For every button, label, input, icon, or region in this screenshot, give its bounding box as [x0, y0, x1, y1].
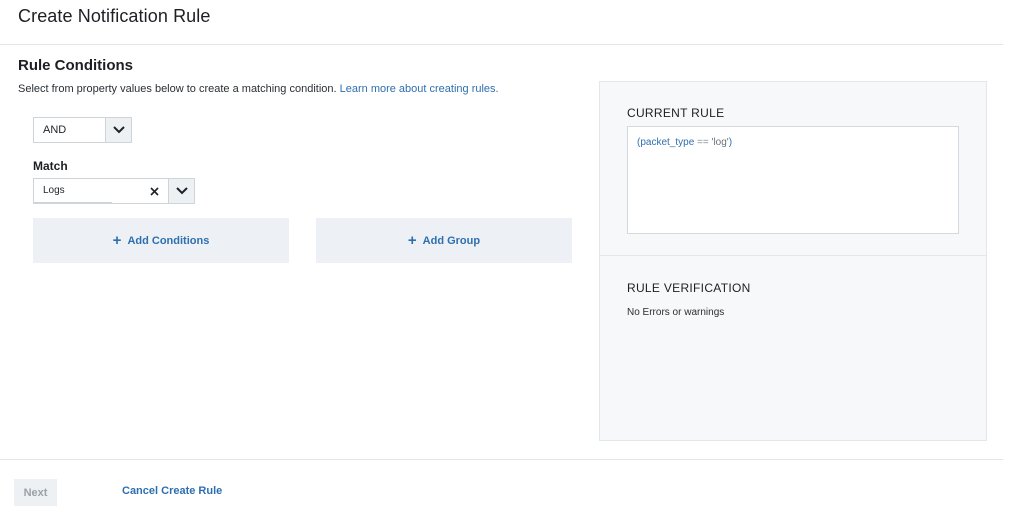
- chevron-down-icon[interactable]: [105, 118, 131, 142]
- operator-select[interactable]: AND: [33, 117, 132, 143]
- page-title: Create Notification Rule: [18, 6, 211, 26]
- match-select[interactable]: Logs: [33, 178, 195, 204]
- close-icon[interactable]: [140, 179, 168, 203]
- current-rule-heading: CURRENT RULE: [627, 106, 725, 120]
- expression-operator: ==: [694, 137, 712, 148]
- rule-conditions-description: Select from property values below to cre…: [18, 83, 499, 95]
- expression-value: 'log': [711, 137, 729, 148]
- expression-field: packet_type: [640, 137, 695, 148]
- footer-divider: [0, 459, 1003, 460]
- chevron-down-icon[interactable]: [168, 179, 194, 203]
- cancel-create-rule-link[interactable]: Cancel Create Rule: [122, 485, 222, 497]
- learn-more-link[interactable]: Learn more about creating rules.: [340, 83, 499, 95]
- plus-icon: +: [112, 232, 122, 249]
- add-conditions-label: Add Conditions: [127, 234, 210, 247]
- add-conditions-button[interactable]: + Add Conditions: [33, 218, 289, 263]
- plus-icon: +: [407, 232, 417, 249]
- rule-verification-message: No Errors or warnings: [627, 307, 725, 318]
- rule-verification-heading: RULE VERIFICATION: [627, 281, 751, 295]
- header-divider: [0, 44, 1003, 45]
- match-label: Match: [33, 159, 68, 173]
- current-rule-expression: (packet_type == 'log'): [627, 126, 959, 234]
- panel-divider: [600, 255, 986, 256]
- next-button[interactable]: Next: [14, 479, 57, 506]
- description-text: Select from property values below to cre…: [18, 83, 337, 95]
- add-group-button[interactable]: + Add Group: [316, 218, 572, 263]
- rule-conditions-title: Rule Conditions: [18, 57, 133, 74]
- add-group-label: Add Group: [422, 234, 481, 247]
- match-select-value: Logs: [34, 179, 140, 204]
- expression-close-paren: ): [728, 137, 733, 148]
- create-notification-rule-page: Create Notification Rule Rule Conditions…: [0, 0, 1012, 524]
- rule-summary-panel: CURRENT RULE (packet_type == 'log') RULE…: [599, 81, 987, 441]
- operator-select-value: AND: [43, 124, 67, 136]
